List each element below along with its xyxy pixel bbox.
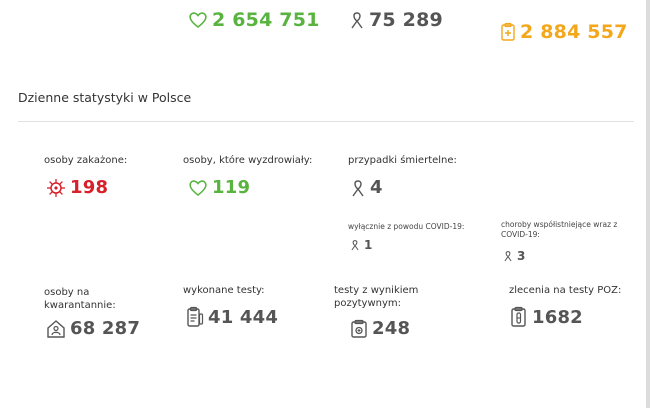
- section-title: Dzienne statystyki w Polsce: [18, 90, 192, 105]
- heart-icon: [189, 12, 207, 29]
- quarantine-label: osoby na kwarantannie:: [44, 287, 116, 311]
- infected-label: osoby zakażone:: [44, 155, 128, 166]
- ribbon-icon: [351, 12, 363, 29]
- scrollbar[interactable]: [646, 0, 650, 408]
- ribbon-icon: [352, 179, 364, 196]
- section-divider: [18, 121, 634, 122]
- positive-tests-value: 248: [372, 318, 411, 339]
- stats-page: 2 654 751 75 289 2 884 557 Dzienne staty…: [0, 0, 650, 408]
- total-recovered-value: 2 654 751: [212, 9, 320, 31]
- virus-icon: [47, 178, 65, 197]
- ribbon-icon: [504, 251, 512, 262]
- infected-stat: 198: [46, 177, 108, 198]
- total-deaths-value: 75 289: [369, 9, 443, 31]
- ribbon-icon: [351, 240, 359, 251]
- poz-orders-stat: 1682: [510, 306, 583, 328]
- total-deaths: 75 289: [349, 9, 443, 31]
- recovered-stat: 119: [188, 177, 250, 198]
- positive-tests-label: testy z wynikiem pozytywnym:: [334, 285, 419, 309]
- deaths-stat: 4: [350, 177, 383, 198]
- deaths-comorbid-label: choroby współistniejące wraz z COVID-19:: [501, 220, 618, 239]
- positive-test-icon: [351, 319, 367, 338]
- positive-tests-stat: 248: [350, 318, 410, 339]
- deaths-comorbid-value: 3: [517, 249, 526, 263]
- tests-done-stat: 41 444: [186, 306, 278, 328]
- deaths-comorbid-stat: 3: [503, 249, 525, 263]
- clipboard-plus-icon: [501, 22, 515, 41]
- quarantine-stat: 68 287: [46, 318, 140, 339]
- total-tests: 2 884 557: [500, 21, 628, 43]
- infected-value: 198: [70, 177, 109, 198]
- total-recovered: 2 654 751: [188, 9, 320, 31]
- deaths-covid-only-label: wyłącznie z powodu COVID-19:: [348, 222, 465, 231]
- clipboard-test-icon: [187, 306, 204, 327]
- total-tests-value: 2 884 557: [520, 21, 628, 43]
- poz-orders-label: zlecenia na testy POZ:: [509, 285, 622, 296]
- recovered-value: 119: [212, 177, 251, 198]
- test-tube-icon: [511, 306, 526, 327]
- tests-done-label: wykonane testy:: [183, 285, 265, 296]
- house-person-icon: [47, 319, 65, 338]
- deaths-covid-only-value: 1: [364, 238, 373, 252]
- heart-icon: [189, 179, 207, 196]
- tests-done-value: 41 444: [208, 306, 279, 328]
- poz-orders-value: 1682: [532, 306, 583, 328]
- deaths-value: 4: [370, 177, 383, 198]
- recovered-label: osoby, które wyzdrowiały:: [183, 155, 313, 166]
- deaths-label: przypadki śmiertelne:: [348, 155, 457, 166]
- quarantine-value: 68 287: [70, 318, 141, 339]
- deaths-covid-only-stat: 1: [350, 238, 372, 252]
